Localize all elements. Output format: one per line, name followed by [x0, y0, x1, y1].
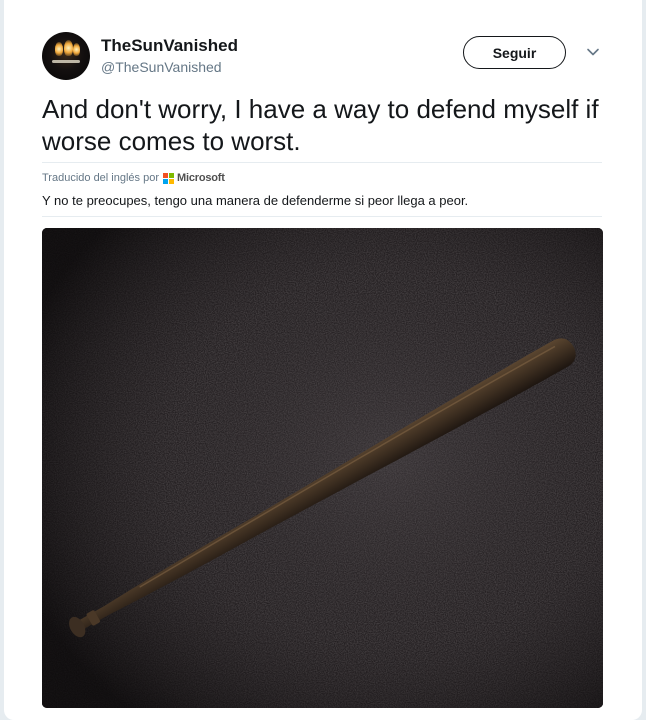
display-name[interactable]: TheSunVanished	[101, 36, 238, 56]
follow-button[interactable]: Seguir	[463, 36, 566, 69]
chevron-down-icon[interactable]	[586, 45, 600, 59]
user-handle[interactable]: @TheSunVanished	[101, 59, 222, 75]
tweet-text: And don't worry, I have a way to defend …	[42, 94, 599, 156]
tweet-card: TheSunVanished @TheSunVanished Seguir An…	[4, 0, 642, 720]
translated-from-label: Traducido del inglés por	[42, 172, 159, 184]
avatar-flame	[64, 40, 73, 56]
microsoft-logo-icon	[163, 172, 174, 184]
translation-attribution: Traducido del inglés por Microsoft	[42, 170, 225, 186]
divider	[42, 162, 602, 163]
avatar-flame	[73, 43, 80, 56]
translator-name[interactable]: Microsoft	[177, 172, 225, 184]
divider	[42, 216, 602, 217]
avatar[interactable]	[42, 32, 90, 80]
photo-baseball-bat-on-carpet	[42, 228, 603, 708]
avatar-flame	[55, 42, 63, 56]
tweet-photo[interactable]	[42, 228, 603, 708]
translated-text: Y no te preocupes, tengo una manera de d…	[42, 193, 469, 208]
avatar-bar	[52, 60, 80, 63]
tweet-header: TheSunVanished @TheSunVanished Seguir	[42, 32, 602, 82]
